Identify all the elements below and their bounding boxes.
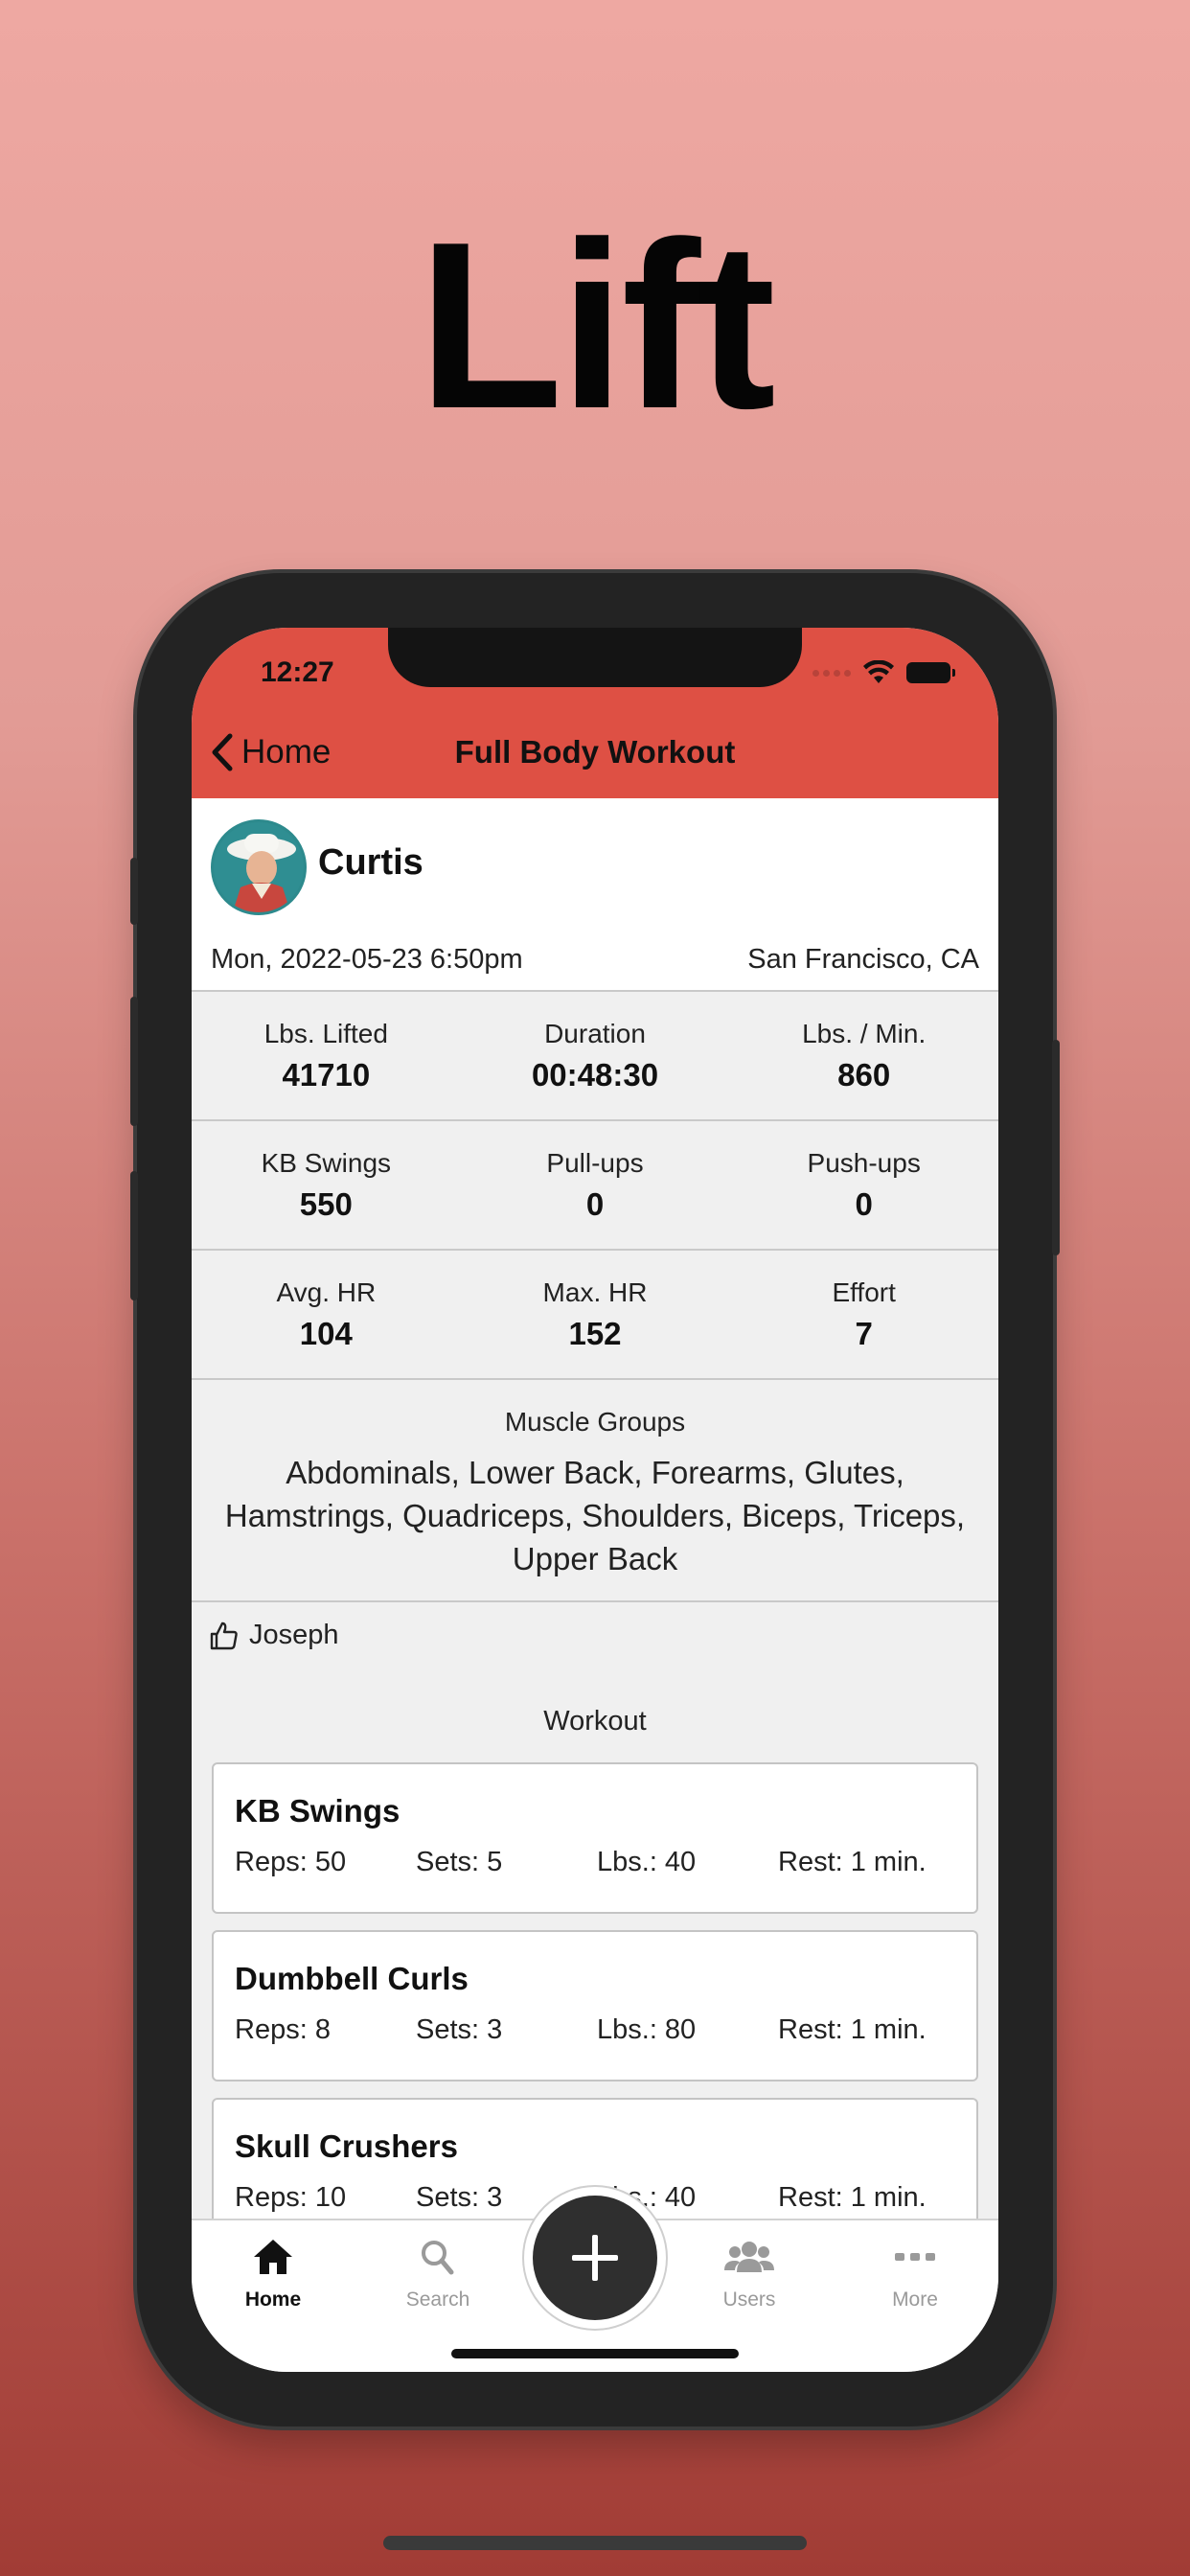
- tab-label: More: [892, 2288, 938, 2311]
- exercise-lbs: Lbs.: 80: [597, 2014, 697, 2045]
- workout-location: San Francisco, CA: [747, 944, 979, 975]
- phone-volume-up: [130, 997, 138, 1126]
- page-home-indicator: [383, 2536, 807, 2550]
- exercise-name: KB Swings: [235, 1793, 400, 1828]
- exercise-lbs: Lbs.: 40: [597, 1847, 697, 1877]
- stat-value: 104: [299, 1316, 353, 1351]
- stat-value: 0: [585, 1186, 605, 1222]
- users-icon: [724, 2242, 774, 2272]
- stat-pull-ups: Pull-ups 0: [461, 1121, 730, 1249]
- exercise-reps: Reps: 50: [235, 1847, 347, 1877]
- tab-more[interactable]: More: [858, 2238, 973, 2312]
- exercise-name: Dumbbell Curls: [235, 1961, 469, 1996]
- home-indicator[interactable]: [451, 2349, 739, 2358]
- stat-label: Effort: [832, 1277, 896, 1307]
- tab-label: Search: [405, 2288, 470, 2311]
- search-icon: [422, 2241, 454, 2275]
- user-name[interactable]: Curtis: [318, 842, 423, 884]
- muscle-groups: Muscle Groups Abdominals, Lower Back, Fo…: [192, 1380, 998, 1602]
- tab-label: Home: [244, 2288, 302, 2311]
- stats-row: Lbs. Lifted 41710 Duration 00:48:30 Lbs.…: [192, 992, 998, 1121]
- plus-icon: [572, 2235, 618, 2281]
- avatar-image: [214, 822, 304, 912]
- exercise-reps: Reps: 8: [235, 2014, 331, 2045]
- stat-value: 41710: [282, 1057, 371, 1092]
- stat-value: 00:48:30: [531, 1057, 659, 1092]
- exercise-rest: Rest: 1 min.: [778, 1847, 927, 1877]
- tab-home[interactable]: Home: [216, 2238, 331, 2312]
- stat-label: Lbs. Lifted: [263, 1019, 388, 1048]
- muscle-groups-label: Muscle Groups: [504, 1407, 686, 1437]
- page-title: Full Body Workout: [454, 734, 736, 770]
- more-icon: [895, 2253, 935, 2261]
- thumbs-up-icon[interactable]: [209, 1621, 240, 1651]
- tab-users[interactable]: Users: [692, 2238, 807, 2312]
- battery-icon: [906, 662, 955, 683]
- likes-row[interactable]: Joseph: [209, 1620, 339, 1651]
- stat-label: Lbs. / Min.: [802, 1019, 927, 1048]
- phone-silent-switch: [130, 858, 138, 925]
- stat-value: 152: [568, 1316, 622, 1351]
- liked-by-user[interactable]: Joseph: [249, 1620, 339, 1651]
- workout-date: Mon, 2022-05-23 6:50pm: [211, 944, 523, 975]
- stats-row: KB Swings 550 Pull-ups 0 Push-ups 0: [192, 1121, 998, 1251]
- stat-effort: Effort 7: [729, 1251, 998, 1378]
- muscle-groups-list: Abdominals, Lower Back, Forearms, Glutes…: [224, 1455, 966, 1576]
- stat-lbs-per-min: Lbs. / Min. 860: [729, 992, 998, 1119]
- stat-value: 550: [299, 1186, 353, 1222]
- stat-label: Duration: [544, 1019, 646, 1048]
- tab-search[interactable]: Search: [380, 2238, 495, 2312]
- stat-lbs-lifted: Lbs. Lifted 41710: [192, 992, 461, 1119]
- home-icon: [254, 2240, 292, 2274]
- stat-max-hr: Max. HR 152: [461, 1251, 730, 1378]
- status-time: 12:27: [261, 656, 334, 688]
- workout-header: Curtis Mon, 2022-05-23 6:50pm San Franci…: [192, 798, 998, 992]
- exercise-sets: Sets: 3: [416, 2182, 503, 2213]
- stat-avg-hr: Avg. HR 104: [192, 1251, 461, 1378]
- stat-push-ups: Push-ups 0: [729, 1121, 998, 1249]
- exercise-rest: Rest: 1 min.: [778, 2182, 927, 2213]
- stat-label: KB Swings: [261, 1148, 392, 1178]
- stat-label: Push-ups: [807, 1148, 921, 1178]
- stat-label: Avg. HR: [276, 1277, 377, 1307]
- app-screen: 12:27 Home Full Body Workout Curtis Mon,…: [192, 628, 998, 2372]
- exercise-name: Skull Crushers: [235, 2128, 458, 2164]
- stat-kb-swings: KB Swings 550: [192, 1121, 461, 1249]
- exercise-rest: Rest: 1 min.: [778, 2014, 927, 2045]
- exercise-card[interactable]: Dumbbell Curls Reps: 8 Sets: 3 Lbs.: 80 …: [212, 1930, 978, 2082]
- exercise-card[interactable]: KB Swings Reps: 50 Sets: 5 Lbs.: 40 Rest…: [212, 1762, 978, 1914]
- hero-title: Lift: [418, 192, 776, 458]
- status-icons: [812, 660, 955, 685]
- signal-icon: [812, 669, 851, 677]
- phone-volume-down: [130, 1171, 138, 1300]
- tab-label: Users: [722, 2288, 776, 2311]
- phone-power-button: [1052, 1040, 1060, 1255]
- stat-duration: Duration 00:48:30: [461, 992, 730, 1119]
- phone-notch: [388, 628, 802, 687]
- wifi-icon: [863, 660, 894, 683]
- stat-label: Pull-ups: [546, 1148, 644, 1178]
- workout-heading: Workout: [543, 1706, 647, 1736]
- exercise-sets: Sets: 5: [416, 1847, 503, 1877]
- stat-value: 0: [855, 1186, 873, 1222]
- stat-label: Max. HR: [542, 1277, 648, 1307]
- exercise-reps: Reps: 10: [235, 2182, 347, 2213]
- stat-value: 7: [855, 1316, 873, 1351]
- add-workout-button[interactable]: [533, 2196, 657, 2320]
- stats-row: Avg. HR 104 Max. HR 152 Effort 7: [192, 1251, 998, 1380]
- avatar[interactable]: [211, 819, 307, 915]
- stat-value: 860: [837, 1057, 891, 1092]
- exercise-sets: Sets: 3: [416, 2014, 503, 2045]
